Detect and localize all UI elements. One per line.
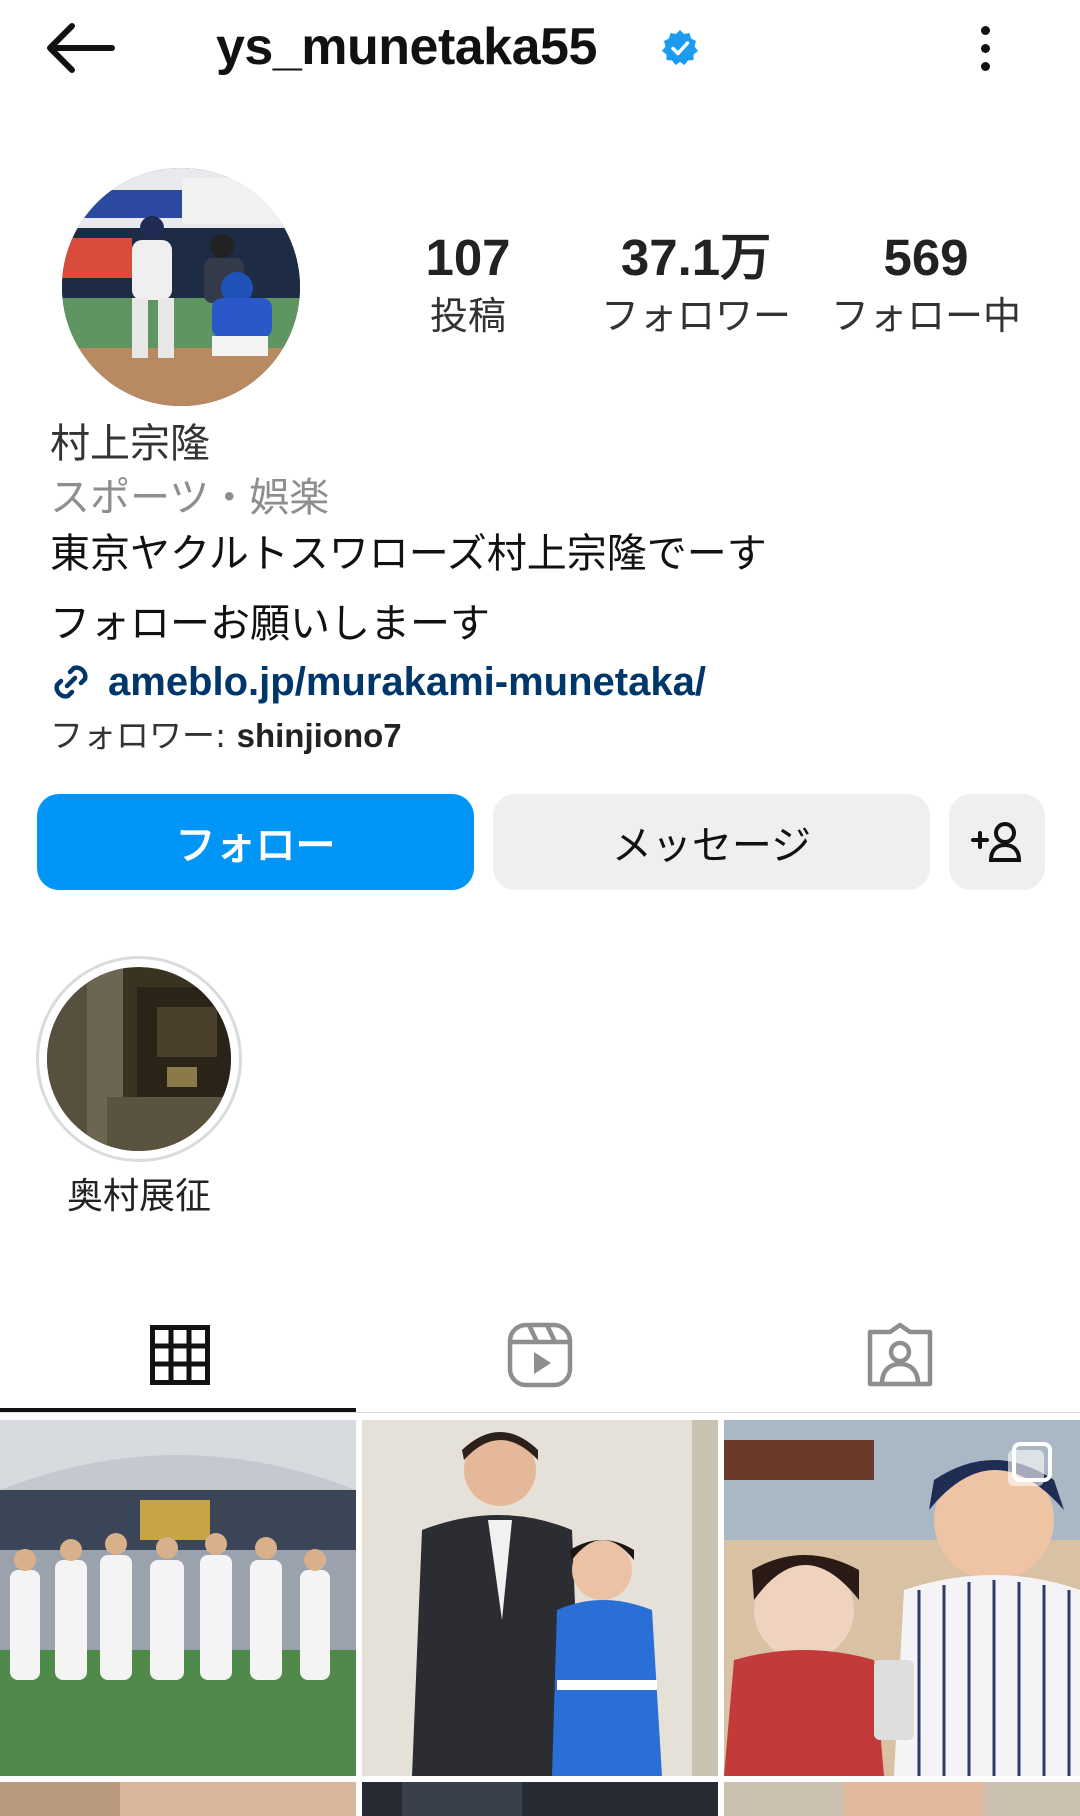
post-thumbnail[interactable]: [0, 1420, 356, 1776]
post-thumbnail[interactable]: [0, 1782, 356, 1816]
profile-link[interactable]: ameblo.jp/murakami-munetaka/: [48, 656, 706, 708]
tagged-user-icon: [867, 1322, 933, 1387]
reels-icon: [507, 1322, 573, 1388]
message-button[interactable]: メッセージ: [493, 794, 930, 890]
story-highlight[interactable]: [36, 956, 242, 1162]
grid-icon: [150, 1325, 210, 1385]
bio-line-1: 東京ヤクルトスワローズ村上宗隆でーす: [50, 531, 767, 577]
stat-posts[interactable]: 107 投稿: [368, 228, 568, 342]
followers-count: 37.1万: [620, 229, 772, 286]
post-thumbnail[interactable]: [362, 1782, 718, 1816]
following-label: フォロー中: [830, 294, 1021, 338]
tab-tagged[interactable]: [720, 1300, 1080, 1410]
post-thumbnail[interactable]: [724, 1420, 1080, 1776]
highlight-cover: [47, 967, 231, 1151]
post-thumbnail[interactable]: [362, 1420, 718, 1776]
more-options-icon[interactable]: [962, 16, 1008, 80]
followed-by[interactable]: フォロワー: shinjiono7: [50, 712, 402, 760]
tabs-divider: [0, 1412, 1080, 1413]
bio-line-2: フォローお願いしまーす: [50, 601, 490, 647]
back-button[interactable]: [44, 16, 124, 80]
follow-button[interactable]: フォロー: [37, 794, 474, 890]
posts-label: 投稿: [429, 294, 506, 338]
highlight-label: 奥村展征: [66, 1176, 211, 1217]
verified-badge-icon: [660, 28, 700, 68]
stat-followers[interactable]: 37.1万 フォロワー: [596, 228, 796, 342]
profile-category: スポーツ・娯楽: [50, 475, 330, 521]
post-thumbnail[interactable]: [724, 1782, 1080, 1816]
profile-name: 村上宗隆: [50, 421, 210, 467]
following-count: 569: [883, 229, 969, 286]
followed-by-user[interactable]: shinjiono7: [237, 717, 402, 754]
profile-link-text[interactable]: ameblo.jp/murakami-munetaka/: [108, 656, 706, 708]
followers-label: フォロワー: [600, 294, 791, 338]
stat-following[interactable]: 569 フォロー中: [826, 228, 1026, 342]
profile-avatar[interactable]: [62, 168, 300, 406]
arrow-left-icon: [47, 23, 115, 73]
link-icon: [54, 665, 88, 699]
profile-username: ys_munetaka55: [216, 18, 597, 76]
posts-count: 107: [425, 229, 511, 286]
suggested-users-button[interactable]: [949, 794, 1045, 890]
tab-reels[interactable]: [360, 1300, 720, 1410]
add-person-icon: [971, 822, 1022, 862]
followed-by-prefix: フォロワー:: [50, 716, 237, 755]
tab-posts[interactable]: [0, 1300, 360, 1410]
